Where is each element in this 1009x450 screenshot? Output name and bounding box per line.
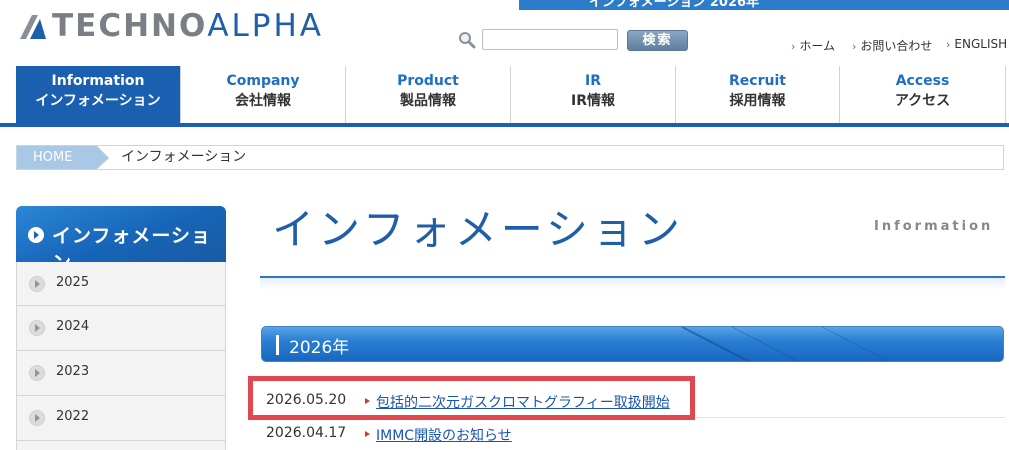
search-icon: [459, 32, 476, 49]
top-link-contact[interactable]: › お問い合わせ: [852, 37, 932, 54]
circle-arrow-icon: [29, 276, 45, 292]
news-link[interactable]: IMMC開設のお知らせ: [376, 425, 512, 445]
top-link-contact-label: お問い合わせ: [860, 39, 933, 53]
top-link-english[interactable]: › ENGLISH: [946, 37, 1007, 51]
bullet-triangle-icon: [365, 431, 370, 437]
global-nav: Information インフォメーション Company 会社情報 Produ…: [0, 66, 1009, 127]
logo-text-techno: TECHNO: [52, 8, 208, 44]
site-logo[interactable]: TECHNO ALPHA: [18, 6, 324, 46]
nav-item-recruit[interactable]: Recruit 採用情報: [676, 66, 840, 123]
top-link-home[interactable]: › ホーム: [791, 37, 835, 54]
nav-item-ja: IR情報: [571, 93, 615, 109]
nav-item-en: Access: [895, 73, 950, 89]
search-button[interactable]: 検索: [627, 30, 688, 51]
circle-arrow-icon: [29, 365, 45, 381]
sidebar-item-2023[interactable]: 2023: [16, 351, 226, 396]
breadcrumb: HOME インフォメーション: [16, 145, 1004, 170]
logo-mark-icon: [20, 15, 46, 39]
nav-item-product[interactable]: Product 製品情報: [346, 66, 511, 123]
chevron-right-icon: ›: [852, 40, 857, 53]
page-subtitle: Information: [874, 219, 994, 234]
nav-item-ja: 製品情報: [400, 93, 456, 109]
nav-item-ja: アクセス: [894, 93, 951, 109]
sidebar-item-label: 2024: [56, 319, 90, 334]
circle-arrow-icon: [28, 227, 44, 243]
chevron-right-icon: ›: [791, 40, 796, 53]
breadcrumb-home[interactable]: HOME: [17, 146, 109, 169]
sidebar-item-label: 2023: [56, 364, 90, 379]
nav-item-en: Company: [226, 73, 300, 89]
top-link-home-label: ホーム: [799, 39, 836, 53]
sidebar-item-label: 2025: [56, 275, 90, 290]
sidebar-item-next[interactable]: [16, 441, 226, 450]
nav-item-access[interactable]: Access アクセス: [840, 66, 1006, 123]
nav-item-en: IR: [585, 73, 601, 89]
sidebar-item-2025[interactable]: 2025: [16, 262, 226, 306]
heading-decoration: [681, 327, 890, 361]
news-date: 2026.04.17: [266, 425, 347, 441]
top-link-english-label: ENGLISH: [954, 37, 1008, 51]
sidebar-header[interactable]: インフォメーション: [16, 206, 226, 262]
search-input[interactable]: [482, 29, 618, 50]
nav-item-ja: インフォメーション: [35, 93, 161, 109]
nav-item-ja: 会社情報: [235, 93, 291, 109]
page-title: インフォメーション: [272, 205, 684, 254]
banner-text: インフォメーション 2026年: [589, 0, 760, 10]
page-banner: インフォメーション 2026年: [519, 0, 1009, 10]
sidebar-item-2022[interactable]: 2022: [16, 396, 226, 441]
sidebar-item-label: 2022: [56, 409, 90, 424]
sidebar-item-2024[interactable]: 2024: [16, 306, 226, 351]
sidebar-title: インフォメーション: [52, 225, 212, 262]
nav-item-en: Product: [397, 73, 459, 89]
year-heading-text: 2026年: [289, 338, 350, 358]
title-divider: [260, 276, 1005, 290]
nav-item-information[interactable]: Information インフォメーション: [16, 66, 181, 123]
circle-arrow-icon: [29, 410, 45, 426]
breadcrumb-current: インフォメーション: [121, 149, 247, 165]
heading-bar: [276, 335, 279, 355]
highlight-box: [248, 376, 695, 420]
chevron-right-icon: ›: [946, 38, 951, 51]
nav-item-company[interactable]: Company 会社情報: [181, 66, 346, 123]
logo-text-alpha: ALPHA: [207, 8, 325, 44]
nav-item-ir[interactable]: IR IR情報: [511, 66, 676, 123]
circle-arrow-icon: [29, 320, 45, 336]
nav-item-en: Information: [51, 73, 145, 89]
nav-item-ja: 採用情報: [729, 93, 786, 109]
nav-item-en: Recruit: [729, 73, 786, 89]
year-heading: 2026年: [261, 326, 1004, 362]
